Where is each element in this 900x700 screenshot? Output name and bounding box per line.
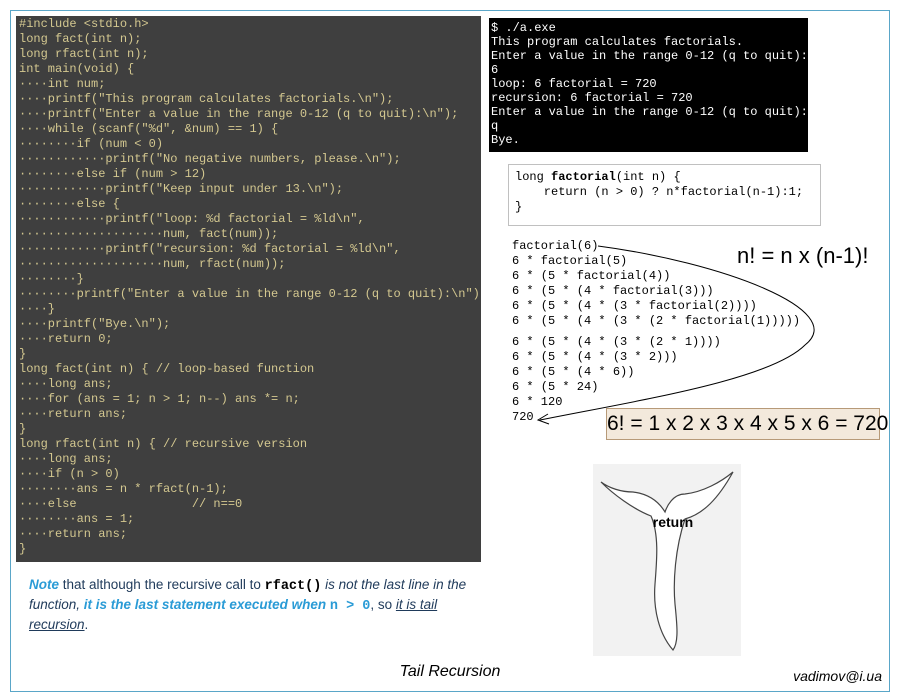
note-code-condition: n > 0 xyxy=(329,599,371,614)
code-editor: #include <stdio.h> long fact(int n); long … xyxy=(16,16,481,562)
terminal-output: $ ./a.exe This program calculates factori… xyxy=(489,18,808,152)
code-line: ········ans = n * rfact(n-1); xyxy=(19,482,228,496)
code-line: ········printf("Enter a value in the ran… xyxy=(19,287,481,301)
code-line: ····for (ans = 1; n > 1; n--) ans *= n; xyxy=(19,392,300,406)
code-line: ····················num, fact(num)); xyxy=(19,227,279,241)
tail-recursion-note: Note that although the recursive call to… xyxy=(29,576,469,634)
code-line: ····} xyxy=(19,302,56,316)
code-line: ····return ans; xyxy=(19,527,128,541)
code-line: ········else { xyxy=(19,197,120,211)
code-line: ····else // n==0 xyxy=(19,497,243,511)
expansion-line: 6 * factorial(5) xyxy=(512,254,628,268)
terminal-line: This program calculates factorials. xyxy=(491,35,744,49)
code-line: ········} xyxy=(19,272,84,286)
code-line: ····return ans; xyxy=(19,407,128,421)
note-emphasis: it is the last statement executed when xyxy=(83,597,330,612)
whale-tail-icon xyxy=(600,471,734,651)
note-text-3: , so xyxy=(370,597,396,612)
code-line: } xyxy=(19,422,27,436)
factorial-snippet: long factorial(int n) { return (n > 0) ?… xyxy=(508,164,821,226)
expansion-line: 6 * (5 * (4 * (3 * 2))) xyxy=(512,350,678,364)
code-line: } xyxy=(19,347,27,361)
snippet-line-1: long factorial(int n) { xyxy=(515,170,681,184)
code-line: ····int num; xyxy=(19,77,106,91)
code-line: ····printf("Bye.\n"); xyxy=(19,317,171,331)
expansion-line: 6 * (5 * 24) xyxy=(512,380,599,394)
code-line: ············printf("recursion: %d factor… xyxy=(19,242,401,256)
code-line: ············printf("loop: %d factorial =… xyxy=(19,212,365,226)
author-email: vadimov@i.ua xyxy=(793,668,882,684)
code-line: ····printf("Enter a value in the range 0… xyxy=(19,107,459,121)
code-line: ············printf("Keep input under 13.… xyxy=(19,182,344,196)
terminal-line: loop: 6 factorial = 720 xyxy=(491,77,657,91)
expansion-line: 6 * (5 * (4 * factorial(3))) xyxy=(512,284,714,298)
terminal-line: 6 xyxy=(491,63,499,77)
expansion-line: 6 * (5 * (4 * (3 * (2 * factorial(1))))) xyxy=(512,314,801,328)
code-line: ····················num, rfact(num)); xyxy=(19,257,286,271)
whale-tail-image: return xyxy=(593,464,741,656)
expansion-line: 720 xyxy=(512,410,534,424)
code-line: ········if (num < 0) xyxy=(19,137,164,151)
snippet-line-2: return (n > 0) ? n*factorial(n-1):1; xyxy=(515,185,804,199)
note-end: . xyxy=(84,617,89,632)
code-line: long rfact(int n) { // recursive version xyxy=(19,437,308,451)
terminal-line: $ ./a.exe xyxy=(491,21,556,35)
expansion-line: 6 * 120 xyxy=(512,395,563,409)
terminal-line: recursion: 6 factorial = 720 xyxy=(491,91,693,105)
code-line: ············printf("No negative numbers,… xyxy=(19,152,401,166)
code-line: ····return 0; xyxy=(19,332,113,346)
expansion-line: 6 * (5 * (4 * (3 * (2 * 1)))) xyxy=(512,335,721,349)
code-line: ····while (scanf("%d", &num) == 1) { xyxy=(19,122,279,136)
code-line: #include <stdio.h> xyxy=(19,17,149,31)
code-line: ····printf("This program calculates fact… xyxy=(19,92,394,106)
code-line: ····long ans; xyxy=(19,452,113,466)
terminal-line: Enter a value in the range 0-12 (q to qu… xyxy=(491,105,808,119)
code-line: long fact(int n) { // loop-based functio… xyxy=(19,362,315,376)
code-line: ····long ans; xyxy=(19,377,113,391)
code-line: ········ans = 1; xyxy=(19,512,135,526)
expansion-line: 6 * (5 * factorial(4)) xyxy=(512,269,671,283)
code-line: ····if (n > 0) xyxy=(19,467,120,481)
terminal-line: Enter a value in the range 0-12 (q to qu… xyxy=(491,49,808,63)
code-line: long fact(int n); xyxy=(19,32,142,46)
expansion-line: 6 * (5 * (4 * (3 * factorial(2)))) xyxy=(512,299,757,313)
snippet-line-3: } xyxy=(515,200,523,214)
expansion-line: 6 * (5 * (4 * 6)) xyxy=(512,365,635,379)
code-line: int main(void) { xyxy=(19,62,135,76)
note-text-1: that although the recursive call to xyxy=(59,577,265,592)
code-line: ········else if (num > 12) xyxy=(19,167,207,181)
whale-label: return xyxy=(652,514,694,530)
code-line: } xyxy=(19,542,27,556)
expansion-line: factorial(6) xyxy=(512,239,599,253)
code-line: long rfact(int n); xyxy=(19,47,149,61)
terminal-line: q xyxy=(491,119,499,133)
six-factorial-formula: 6! = 1 x 2 x 3 x 4 x 5 x 6 = 720 xyxy=(606,408,888,440)
figure-caption: Tail Recursion xyxy=(399,663,501,680)
recurrence-formula: n! = n x (n-1)! xyxy=(737,243,869,268)
terminal-line: Bye. xyxy=(491,133,520,147)
note-keyword: Note xyxy=(29,577,59,592)
note-code-call: rfact() xyxy=(264,579,322,594)
